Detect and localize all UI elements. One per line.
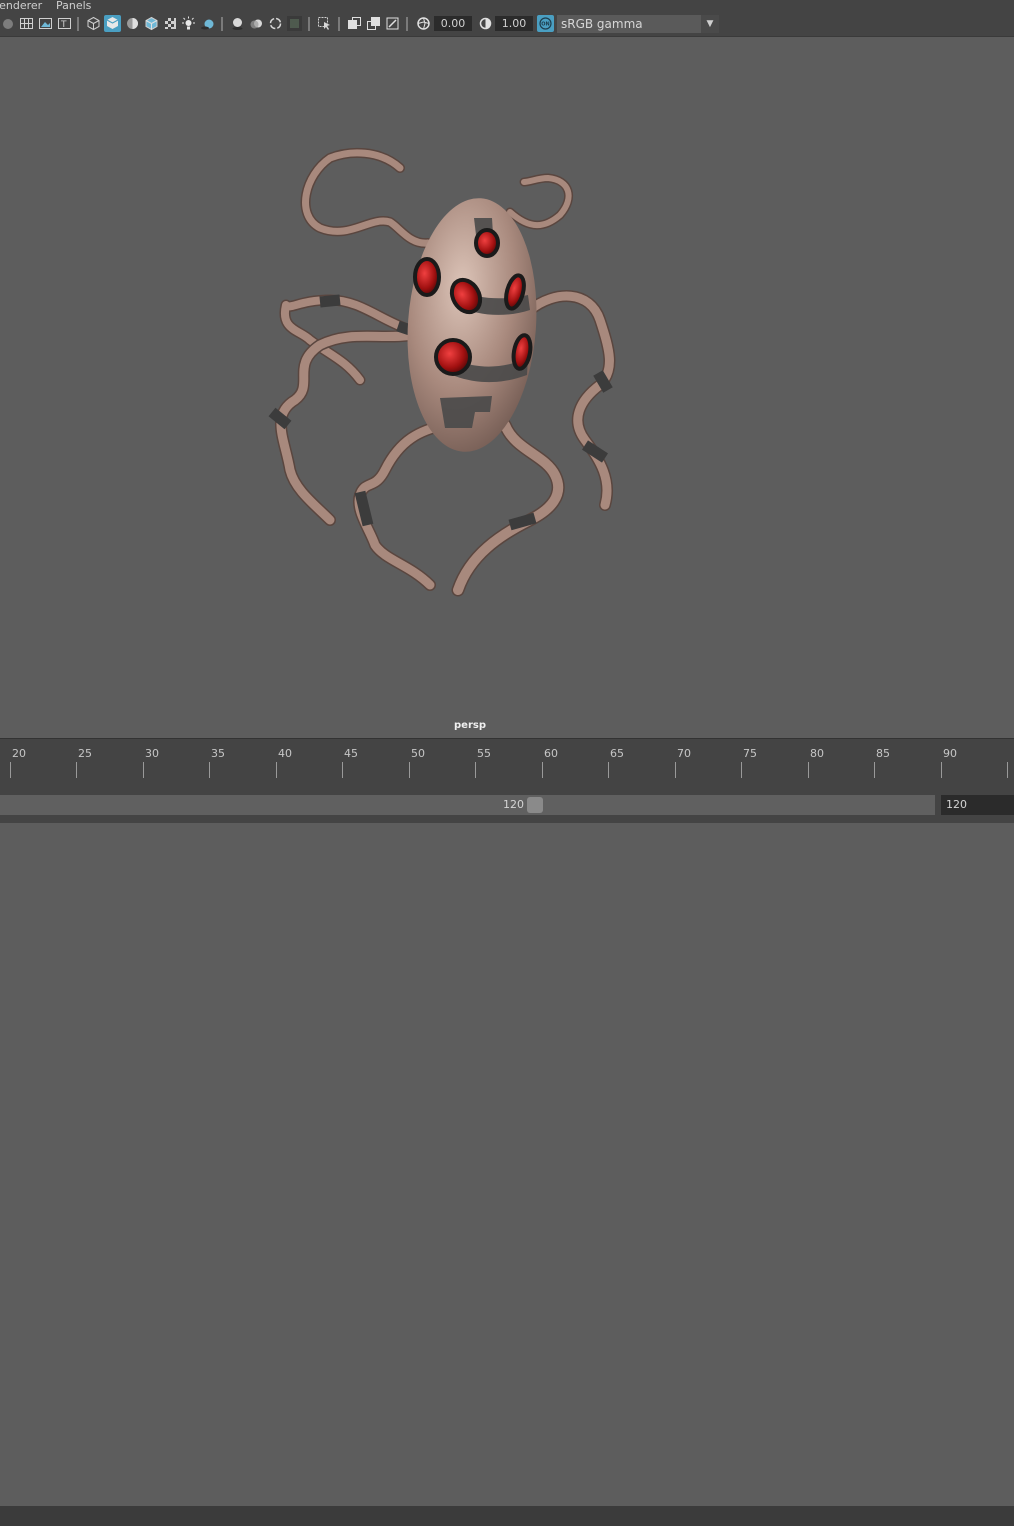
texture-icon[interactable]: T (57, 16, 72, 31)
tick-mark (10, 762, 11, 778)
color-management-badge-text: ON (541, 22, 549, 28)
lights-icon[interactable] (181, 16, 196, 31)
chevron-down-icon[interactable]: ▼ (701, 15, 719, 33)
tick-label: 90 (943, 747, 957, 760)
tick-label: 20 (12, 747, 26, 760)
gamma-icon[interactable] (478, 16, 493, 31)
gamma-field[interactable]: 1.00 (495, 16, 533, 31)
camera-label: persp (454, 720, 486, 731)
wireframe-icon[interactable] (86, 16, 101, 31)
creature-model[interactable] (0, 37, 1014, 738)
tick-mark (276, 762, 277, 778)
tick-label: 60 (544, 747, 558, 760)
motion-blur-icon[interactable] (249, 16, 264, 31)
select-camera-icon[interactable] (1, 16, 16, 31)
wireframe-on-shaded-icon[interactable] (144, 16, 159, 31)
tick-label: 30 (145, 747, 159, 760)
tick-label: 45 (344, 747, 358, 760)
color-space-dropdown[interactable]: sRGB gamma ▼ (557, 15, 719, 33)
tick-label: 50 (411, 747, 425, 760)
time-slider[interactable]: 20 25 30 35 40 45 50 55 60 65 70 75 80 8… (0, 746, 1014, 1526)
tick-mark (675, 762, 676, 778)
xray-joints-icon[interactable] (347, 16, 362, 31)
tick-label: 75 (743, 747, 757, 760)
exposure-field[interactable]: 0.00 (434, 16, 472, 31)
tick-mark (409, 762, 410, 778)
shadows-icon[interactable] (200, 16, 215, 31)
xray-active-components-icon[interactable] (366, 16, 381, 31)
isolate-select-icon[interactable] (317, 16, 332, 31)
default-material-icon[interactable] (125, 16, 140, 31)
tick-mark (342, 762, 343, 778)
xray-icon[interactable] (163, 16, 178, 31)
menu-renderer[interactable]: Renderer (0, 0, 42, 11)
toolbar-divider (77, 17, 79, 31)
anti-aliasing-icon[interactable] (268, 16, 283, 31)
tick-label: 80 (810, 747, 824, 760)
toolbar-divider (308, 17, 310, 31)
depth-of-field-icon[interactable] (287, 16, 302, 31)
toolbar-divider (338, 17, 340, 31)
tick-mark (76, 762, 77, 778)
playback-end-field[interactable]: 120 (941, 795, 1014, 815)
panel-toolbar: T 0.00 1.00 ON sRGB gamma ▼ (0, 12, 1014, 37)
color-space-value: sRGB gamma (561, 17, 643, 31)
menu-panels[interactable]: Panels (56, 0, 91, 11)
tick-mark (542, 762, 543, 778)
tick-mark (143, 762, 144, 778)
viewport-persp[interactable] (0, 37, 1014, 738)
smooth-shade-icon[interactable] (104, 15, 121, 32)
range-slider-bar: 120 120 (0, 782, 1014, 823)
tick-label: 65 (610, 747, 624, 760)
menu-bar: Renderer Panels (0, 0, 1014, 12)
backface-culling-icon[interactable] (385, 16, 400, 31)
tick-mark (874, 762, 875, 778)
tick-label: 55 (477, 747, 491, 760)
tick-mark (941, 762, 942, 778)
tick-mark (808, 762, 809, 778)
tick-label: 35 (211, 747, 225, 760)
tick-mark (741, 762, 742, 778)
range-slider-handle[interactable] (527, 797, 543, 813)
tick-mark (209, 762, 210, 778)
time-ruler[interactable] (0, 1506, 1014, 1526)
range-slider[interactable]: 120 (0, 795, 935, 815)
image-plane-icon[interactable] (38, 16, 53, 31)
grid-icon[interactable] (19, 16, 34, 31)
tick-label: 70 (677, 747, 691, 760)
toolbar-divider (406, 17, 408, 31)
tick-mark (608, 762, 609, 778)
tick-mark (475, 762, 476, 778)
svg-text:T: T (60, 20, 67, 30)
tick-label: 40 (278, 747, 292, 760)
tick-label: 25 (78, 747, 92, 760)
color-management-toggle-icon[interactable]: ON (537, 15, 554, 32)
tick-mark (1007, 762, 1008, 778)
range-end-label: 120 (503, 798, 524, 811)
screen-space-ao-icon[interactable] (230, 16, 245, 31)
exposure-icon[interactable] (416, 16, 431, 31)
tick-label: 85 (876, 747, 890, 760)
toolbar-divider (221, 17, 223, 31)
